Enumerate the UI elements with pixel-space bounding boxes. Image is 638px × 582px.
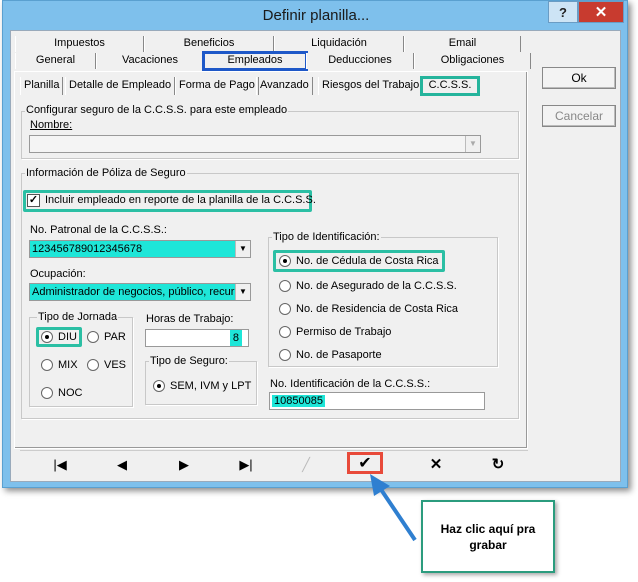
include-label: Incluir empleado en reporte de la planil… <box>45 194 316 206</box>
subtab-detalle-empleado[interactable]: Detalle de Empleado <box>65 77 176 95</box>
horas-field[interactable]: 8 <box>145 329 249 347</box>
subtab-ccss[interactable]: C.C.S.S. <box>420 76 480 96</box>
tab-vacaciones[interactable]: Vacaciones <box>96 53 204 69</box>
tab-obligaciones[interactable]: Obligaciones <box>414 53 531 69</box>
ident-num-value: 10850085 <box>272 395 325 407</box>
seguro-radio[interactable] <box>153 380 165 392</box>
arrow-icon <box>370 474 417 542</box>
jornada-title: Tipo de Jornada <box>37 311 119 323</box>
jornada-ves-radio[interactable] <box>87 359 99 371</box>
callout-text: Haz clic aquí pra grabar <box>440 521 536 552</box>
jornada-diu-label: DIU <box>58 331 77 343</box>
ident-permiso-label: Permiso de Trabajo <box>295 326 393 338</box>
ocupacion-value: Administrador de negocios, público, recu… <box>32 286 238 298</box>
ident-asegurado-label: No. de Asegurado de la C.C.S.S. <box>295 280 458 292</box>
ident-num-field[interactable]: 10850085 <box>269 392 485 410</box>
patronal-value: 123456789012345678 <box>32 243 143 255</box>
refresh-icon[interactable]: ↻ <box>468 454 528 476</box>
first-record-icon[interactable]: |◀ <box>30 454 90 476</box>
ident-num-label: No. Identificación de la C.C.S.S.: <box>269 378 432 390</box>
seguro-title: Tipo de Seguro: <box>149 355 229 367</box>
ocupacion-dropdown-icon[interactable]: ▼ <box>235 284 250 300</box>
dialog-client: Impuestos Beneficios Liquidación Email G… <box>10 30 621 482</box>
horas-value: 8 <box>229 330 242 346</box>
section1-title: Configurar seguro de la C.C.S.S. para es… <box>25 104 289 116</box>
horas-label: Horas de Trabajo: <box>145 313 235 325</box>
jornada-par-radio[interactable] <box>87 331 99 343</box>
callout-note: Haz clic aquí pra grabar <box>421 500 555 573</box>
ident-residencia-radio[interactable] <box>279 303 291 315</box>
dialog-window: Definir planilla... ? ✕ Impuestos Benefi… <box>2 0 628 488</box>
jornada-ves-label: VES <box>103 359 128 371</box>
ident-pasaporte-radio[interactable] <box>279 349 291 361</box>
tab-row-1: Impuestos Beneficios Liquidación Email <box>15 36 521 52</box>
patronal-select[interactable]: 123456789012345678 ▼ <box>29 240 251 258</box>
tab-general[interactable]: General <box>15 53 96 69</box>
close-button[interactable]: ✕ <box>578 1 624 23</box>
tab-liquidacion[interactable]: Liquidación <box>274 36 404 52</box>
tab-row-2: General Vacaciones Empleados Deducciones… <box>15 51 531 71</box>
navigation-bar: |◀ ◀ ▶ ▶| ╱ ✔ ✕ ↻ <box>20 450 528 476</box>
nombre-dropdown-icon[interactable]: ▼ <box>465 136 480 152</box>
ident-cedula-radio[interactable] <box>279 255 291 267</box>
patronal-dropdown-icon[interactable]: ▼ <box>235 241 250 257</box>
subtab-planilla[interactable]: Planilla <box>20 77 64 95</box>
ident-residencia-label: No. de Residencia de Costa Rica <box>295 303 460 315</box>
seguro-label: SEM, IVM y LPT <box>169 380 253 392</box>
jornada-par-label: PAR <box>103 331 127 343</box>
tab-beneficios[interactable]: Beneficios <box>144 36 274 52</box>
tab-impuestos[interactable]: Impuestos <box>15 36 144 52</box>
nombre-select[interactable]: ▼ <box>29 135 481 153</box>
ident-cedula-label: No. de Cédula de Costa Rica <box>296 255 439 267</box>
ocupacion-select[interactable]: Administrador de negocios, público, recu… <box>29 283 251 301</box>
ident-title: Tipo de Identificación: <box>272 231 381 243</box>
window-title: Definir planilla... <box>262 7 370 24</box>
subtab-avanzado[interactable]: Avanzado <box>256 77 313 95</box>
include-checkbox[interactable]: ✓ <box>27 194 40 207</box>
patronal-label: No. Patronal de la C.C.S.S.: <box>29 224 168 236</box>
ocupacion-label: Ocupación: <box>29 268 87 280</box>
ok-button[interactable]: Ok <box>542 67 616 89</box>
section2-title: Información de Póliza de Seguro <box>25 167 187 179</box>
jornada-noc-radio[interactable] <box>41 387 53 399</box>
ident-asegurado-radio[interactable] <box>279 280 291 292</box>
last-record-icon[interactable]: ▶| <box>216 454 276 476</box>
next-record-icon[interactable]: ▶ <box>154 454 214 476</box>
tab-deducciones[interactable]: Deducciones <box>306 53 414 69</box>
jornada-mix-radio[interactable] <box>41 359 53 371</box>
subtab-riesgos-trabajo[interactable]: Riesgos del Trabajo <box>318 77 424 95</box>
subtab-forma-pago[interactable]: Forma de Pago <box>175 77 259 95</box>
nombre-label: Nombre: <box>29 119 74 131</box>
tab-email[interactable]: Email <box>404 36 521 52</box>
jornada-noc-label: NOC <box>57 387 84 399</box>
help-button[interactable]: ? <box>548 1 578 23</box>
jornada-diu-radio[interactable] <box>41 331 53 343</box>
tab-empleados[interactable]: Empleados <box>202 51 308 71</box>
jornada-mix-label: MIX <box>57 359 79 371</box>
ident-pasaporte-label: No. de Pasaporte <box>295 349 383 361</box>
edit-icon[interactable]: ╱ <box>276 454 336 476</box>
cancel-button[interactable]: Cancelar <box>542 105 616 127</box>
prev-record-icon[interactable]: ◀ <box>92 454 152 476</box>
ident-permiso-radio[interactable] <box>279 326 291 338</box>
